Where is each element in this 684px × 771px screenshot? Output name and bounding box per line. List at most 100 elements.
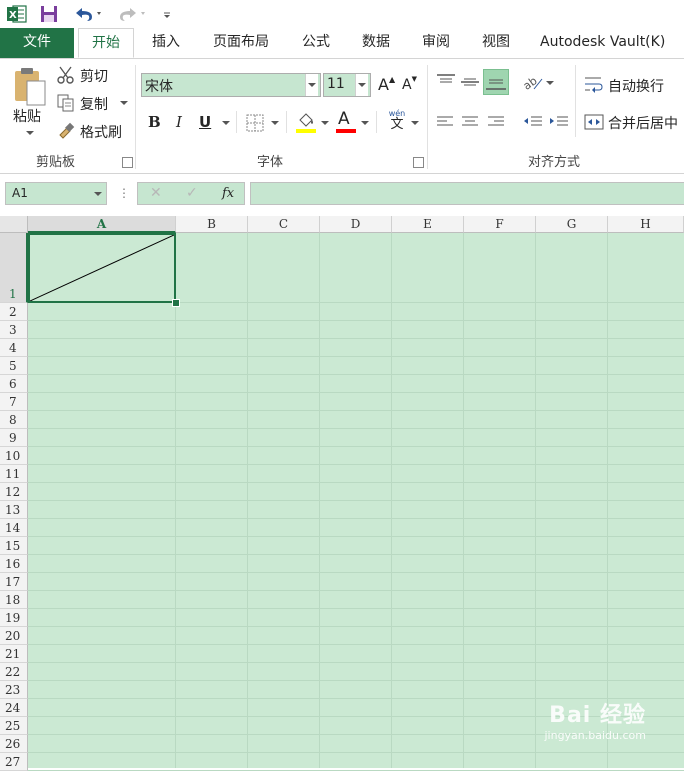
row-header-25[interactable]: 25: [0, 717, 28, 735]
row-header-26[interactable]: 26: [0, 735, 28, 753]
tab-file[interactable]: 文件: [0, 28, 74, 58]
grid-hline: [28, 662, 684, 663]
row-header-15[interactable]: 15: [0, 537, 28, 555]
row-header-14[interactable]: 14: [0, 519, 28, 537]
row-header-10[interactable]: 10: [0, 447, 28, 465]
row-header-12[interactable]: 12: [0, 483, 28, 501]
worksheet-grid[interactable]: ABCDEFGH 1 2 3 4 5 6 7 8 9 10 11 12 13 14 15 16 17 18 19 20…: [0, 216, 684, 771]
row-header-19[interactable]: 19: [0, 609, 28, 627]
clipboard-launcher-icon[interactable]: [122, 157, 133, 168]
row-header-22[interactable]: 22: [0, 663, 28, 681]
row-header-24[interactable]: 24: [0, 699, 28, 717]
formula-bar-grip-icon[interactable]: ⋮: [118, 186, 130, 200]
column-header-f[interactable]: F: [464, 216, 536, 233]
copy-dropdown-icon[interactable]: [120, 101, 128, 105]
font-name-dropdown[interactable]: [305, 74, 318, 96]
row-header-4[interactable]: 4: [0, 339, 28, 357]
insert-function-icon[interactable]: fx: [222, 186, 234, 201]
borders-button[interactable]: [246, 114, 264, 136]
paste-dropdown-icon[interactable]: [26, 131, 34, 135]
cancel-icon[interactable]: ✕: [150, 185, 162, 201]
column-header-d[interactable]: D: [320, 216, 392, 233]
row-header-7[interactable]: 7: [0, 393, 28, 411]
font-name-combo[interactable]: 宋体: [141, 73, 321, 97]
align-left-button[interactable]: [436, 114, 454, 134]
row-header-2[interactable]: 2: [0, 303, 28, 321]
font-color-dropdown-icon[interactable]: [361, 121, 369, 125]
row-header-1[interactable]: 1: [0, 233, 28, 303]
tab-view[interactable]: 视图: [470, 28, 522, 58]
formula-buttons: ✕ ✓ fx: [137, 182, 245, 205]
bottom-align-button[interactable]: [483, 69, 509, 95]
borders-dropdown-icon[interactable]: [271, 121, 279, 125]
column-header-c[interactable]: C: [248, 216, 320, 233]
shrink-font-button[interactable]: A▼: [402, 75, 417, 93]
tab-formulas[interactable]: 公式: [290, 28, 342, 58]
tab-page-layout[interactable]: 页面布局: [200, 28, 282, 58]
orientation-button[interactable]: ab: [521, 73, 544, 97]
tab-data[interactable]: 数据: [350, 28, 402, 58]
row-header-16[interactable]: 16: [0, 555, 28, 573]
customize-qat-icon[interactable]: [162, 4, 172, 24]
bold-button[interactable]: B: [148, 113, 161, 131]
column-header-h[interactable]: H: [608, 216, 684, 233]
align-bottom-icon: [486, 79, 506, 90]
tab-home[interactable]: 开始: [78, 28, 134, 58]
row-header-18[interactable]: 18: [0, 591, 28, 609]
align-center-button[interactable]: [461, 114, 479, 134]
name-box-dropdown-icon[interactable]: [94, 192, 102, 196]
row-header-9[interactable]: 9: [0, 429, 28, 447]
row-header-8[interactable]: 8: [0, 411, 28, 429]
redo-icon[interactable]: [116, 4, 150, 24]
italic-button[interactable]: I: [176, 113, 182, 131]
fill-color-dropdown-icon[interactable]: [321, 121, 329, 125]
increase-indent-icon: [550, 116, 568, 126]
decrease-indent-button[interactable]: [523, 114, 543, 134]
phonetic-guide-button[interactable]: wén 文: [386, 109, 408, 132]
font-launcher-icon[interactable]: [413, 157, 424, 168]
active-cell-a1[interactable]: [28, 233, 176, 303]
fill-color-button[interactable]: [296, 111, 316, 135]
orientation-dropdown-icon[interactable]: [546, 81, 554, 85]
row-header-3[interactable]: 3: [0, 321, 28, 339]
font-size-dropdown[interactable]: [355, 74, 368, 96]
name-box[interactable]: A1: [5, 182, 107, 205]
phonetic-dropdown-icon[interactable]: [411, 121, 419, 125]
tab-insert[interactable]: 插入: [140, 28, 192, 58]
fill-handle[interactable]: [172, 299, 180, 307]
row-header-20[interactable]: 20: [0, 627, 28, 645]
underline-dropdown-icon[interactable]: [222, 121, 230, 125]
row-header-27[interactable]: 27: [0, 753, 28, 771]
align-right-button[interactable]: [487, 114, 505, 134]
middle-align-button[interactable]: [460, 73, 480, 95]
undo-icon[interactable]: [72, 4, 106, 24]
grid-hline: [28, 464, 684, 465]
grow-font-button[interactable]: A▲: [378, 75, 395, 94]
column-header-e[interactable]: E: [392, 216, 464, 233]
grid-hline: [28, 482, 684, 483]
column-header-g[interactable]: G: [536, 216, 608, 233]
row-header-6[interactable]: 6: [0, 375, 28, 393]
enter-icon[interactable]: ✓: [186, 185, 198, 201]
row-header-21[interactable]: 21: [0, 645, 28, 663]
row-header-11[interactable]: 11: [0, 465, 28, 483]
fill-color-swatch: [296, 129, 316, 133]
divider: [575, 65, 576, 137]
tab-autodesk-vault[interactable]: Autodesk Vault(K): [530, 28, 684, 58]
row-header-23[interactable]: 23: [0, 681, 28, 699]
tab-review[interactable]: 审阅: [410, 28, 462, 58]
grid-hline: [28, 536, 684, 537]
row-header-13[interactable]: 13: [0, 501, 28, 519]
row-header-5[interactable]: 5: [0, 357, 28, 375]
column-header-b[interactable]: B: [176, 216, 248, 233]
select-all-corner[interactable]: [0, 216, 28, 233]
row-header-17[interactable]: 17: [0, 573, 28, 591]
increase-indent-button[interactable]: [549, 114, 569, 134]
font-size-combo[interactable]: 11: [323, 73, 371, 97]
alignment-group-label: 对齐方式: [528, 155, 581, 170]
underline-button[interactable]: U: [199, 113, 211, 131]
column-header-a[interactable]: A: [28, 216, 176, 233]
save-icon[interactable]: [39, 4, 59, 24]
formula-input[interactable]: [250, 182, 684, 205]
top-align-button[interactable]: [436, 73, 456, 95]
